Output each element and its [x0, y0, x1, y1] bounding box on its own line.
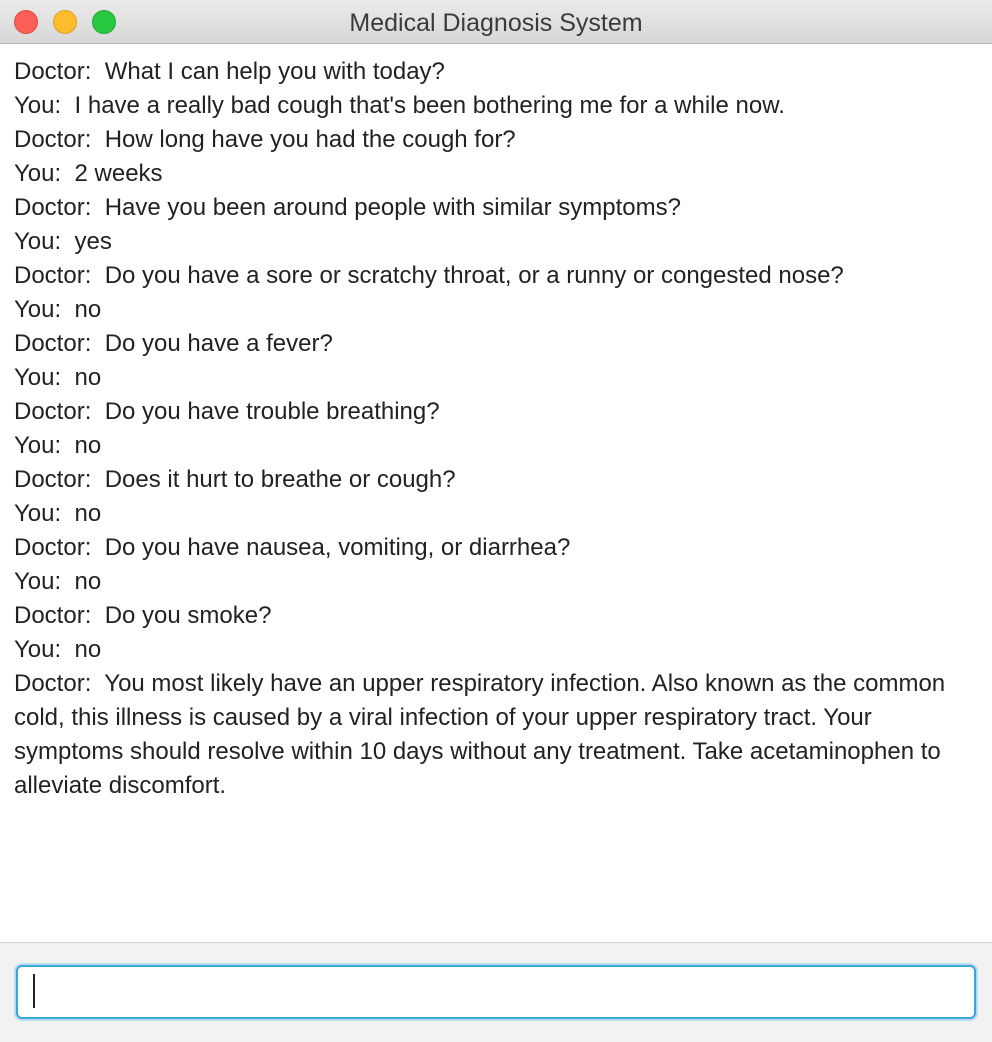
speaker-label: You: [14, 296, 62, 323]
speaker-label: You: [14, 568, 62, 595]
chat-line: Doctor: Have you been around people with… [14, 191, 980, 225]
message-text: I have a really bad cough that's been bo… [74, 92, 785, 119]
message-text: Do you have a sore or scratchy throat, o… [104, 262, 844, 289]
speaker-label: You: [14, 228, 62, 255]
message-text: no [74, 296, 102, 323]
input-bar [0, 942, 992, 1042]
speaker-label: You: [14, 160, 62, 187]
chat-line: You: no [14, 497, 980, 531]
chat-line: You: yes [14, 225, 980, 259]
message-text: You most likely have an upper respirator… [14, 670, 952, 799]
speaker-label: You: [14, 92, 62, 119]
chat-line: Doctor: Does it hurt to breathe or cough… [14, 463, 980, 497]
chat-line: Doctor: Do you smoke? [14, 599, 980, 633]
speaker-label: Doctor: [14, 670, 92, 697]
speaker-label: You: [14, 364, 62, 391]
title-bar[interactable]: Medical Diagnosis System [0, 0, 992, 44]
speaker-label: Doctor: [14, 126, 92, 153]
message-text: no [74, 500, 102, 527]
chat-line: You: I have a really bad cough that's be… [14, 89, 980, 123]
chat-line: You: no [14, 429, 980, 463]
message-text: no [74, 364, 102, 391]
text-caret [33, 974, 35, 1008]
message-text: Do you have nausea, vomiting, or diarrhe… [104, 534, 571, 561]
chat-line: You: no [14, 633, 980, 667]
chat-line: Doctor: Do you have trouble breathing? [14, 395, 980, 429]
message-text: Have you been around people with similar… [104, 194, 681, 221]
chat-line: Doctor: Do you have a sore or scratchy t… [14, 259, 980, 293]
message-text: 2 weeks [74, 160, 163, 187]
message-text: yes [74, 228, 112, 255]
message-text: Do you have trouble breathing? [104, 398, 440, 425]
message-text: What I can help you with today? [104, 58, 445, 85]
chat-line: Doctor: How long have you had the cough … [14, 123, 980, 157]
speaker-label: Doctor: [14, 330, 92, 357]
speaker-label: Doctor: [14, 534, 92, 561]
message-text: Do you smoke? [104, 602, 272, 629]
message-text: Does it hurt to breathe or cough? [104, 466, 456, 493]
app-window: Medical Diagnosis System Doctor: What I … [0, 0, 992, 1042]
message-text: Do you have a fever? [104, 330, 333, 357]
speaker-label: Doctor: [14, 398, 92, 425]
chat-line: You: no [14, 361, 980, 395]
speaker-label: You: [14, 636, 62, 663]
chat-line: You: 2 weeks [14, 157, 980, 191]
message-input[interactable] [16, 965, 976, 1019]
speaker-label: Doctor: [14, 602, 92, 629]
message-text: How long have you had the cough for? [104, 126, 516, 153]
chat-line: Doctor: What I can help you with today? [14, 55, 980, 89]
window-title: Medical Diagnosis System [349, 9, 643, 37]
speaker-label: Doctor: [14, 466, 92, 493]
speaker-label: You: [14, 432, 62, 459]
chat-line: You: no [14, 565, 980, 599]
speaker-label: Doctor: [14, 262, 92, 289]
chat-line: Doctor: You most likely have an upper re… [14, 667, 980, 803]
message-text: no [74, 568, 102, 595]
message-text: no [74, 432, 102, 459]
speaker-label: You: [14, 500, 62, 527]
chat-line: Doctor: Do you have a fever? [14, 327, 980, 361]
speaker-label: Doctor: [14, 58, 92, 85]
conversation-log: Doctor: What I can help you with today? … [14, 55, 980, 935]
message-text: no [74, 636, 102, 663]
chat-line: You: no [14, 293, 980, 327]
speaker-label: Doctor: [14, 194, 92, 221]
chat-line: Doctor: Do you have nausea, vomiting, or… [14, 531, 980, 565]
